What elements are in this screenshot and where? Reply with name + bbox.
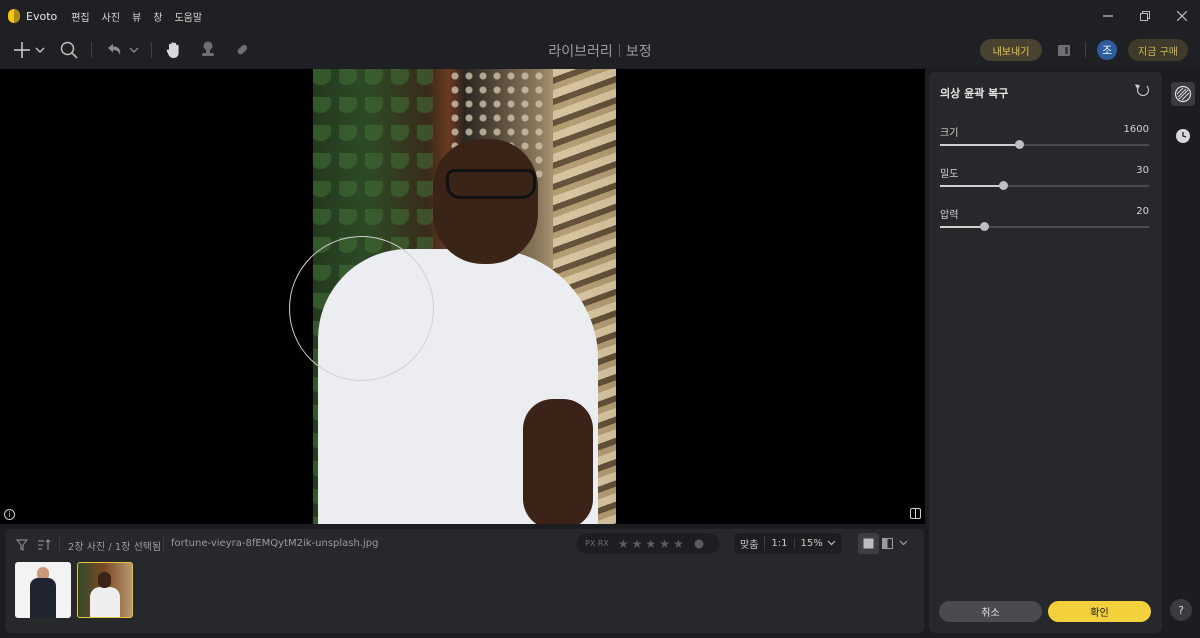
slider-value[interactable]: 30 xyxy=(1136,165,1149,176)
restore-button[interactable] xyxy=(1126,0,1163,32)
info-icon[interactable]: i xyxy=(4,509,15,520)
menu-edit[interactable]: 편집 xyxy=(71,9,89,24)
color-label-icon[interactable] xyxy=(693,538,705,550)
slider-value[interactable]: 1600 xyxy=(1124,124,1149,135)
window-controls xyxy=(1089,0,1200,32)
split-view-icon xyxy=(882,538,908,549)
mode-divider xyxy=(618,44,620,57)
menu-view[interactable]: 뷰 xyxy=(132,9,141,24)
texture-brush-icon xyxy=(1174,85,1192,103)
evoto-logo-icon xyxy=(8,9,20,23)
photo-count: 2장 사진 / 1장 선택됨 xyxy=(68,542,162,553)
title-bar: Evoto 편집 사진 뷰 창 도움말 xyxy=(0,0,1200,32)
restore-icon xyxy=(1139,11,1150,21)
close-icon xyxy=(1176,11,1187,21)
toolbar: 라이브러리 보정 내보내기 조 지금 구매 xyxy=(0,32,1200,68)
rating-bar: PX RX ★ ★ ★ ★ ★ xyxy=(577,533,719,554)
minimize-button[interactable] xyxy=(1089,0,1126,32)
zoom-controls: 맞춤 1:1 15% xyxy=(734,533,842,554)
reset-icon[interactable] xyxy=(1137,84,1149,96)
app-name: Evoto xyxy=(26,9,58,23)
star-1[interactable]: ★ xyxy=(618,537,629,551)
avatar[interactable]: 조 xyxy=(1097,40,1117,60)
cancel-button[interactable]: 취소 xyxy=(939,601,1042,622)
buy-now-button[interactable]: 지금 구매 xyxy=(1128,39,1188,61)
single-view-button[interactable] xyxy=(858,533,879,554)
filmstrip-divider xyxy=(59,537,60,551)
brush-cursor-circle xyxy=(289,236,434,381)
clock-icon xyxy=(1176,129,1190,143)
star-4[interactable]: ★ xyxy=(659,537,670,551)
split-view-button[interactable] xyxy=(881,533,911,554)
export-button[interactable]: 내보내기 xyxy=(980,39,1042,61)
share-button[interactable] xyxy=(1055,38,1073,62)
thumb-face xyxy=(98,572,111,588)
slider-track[interactable] xyxy=(940,181,1149,190)
photo-head xyxy=(433,139,538,264)
clothing-tool-button[interactable] xyxy=(1171,82,1195,106)
share-screen-icon xyxy=(1058,45,1070,56)
edit-mode-tab[interactable]: 보정 xyxy=(626,44,652,60)
filmstrip-panel: 2장 사진 / 1장 선택됨 fortune-vieyra-8fEMQytM2i… xyxy=(5,529,924,633)
minimize-icon xyxy=(1102,15,1113,17)
zoom-value: 15% xyxy=(800,538,823,549)
chevron-down-icon xyxy=(827,540,836,546)
slider-track[interactable] xyxy=(940,222,1149,231)
history-button[interactable] xyxy=(1171,124,1195,148)
slider-value[interactable]: 20 xyxy=(1136,206,1149,217)
filmstrip-toolbar: 2장 사진 / 1장 선택됨 fortune-vieyra-8fEMQytM2i… xyxy=(5,529,924,559)
menu-window[interactable]: 창 xyxy=(153,9,162,24)
sort-icon xyxy=(38,539,51,550)
filter-icon xyxy=(16,539,28,551)
adjustment-panel: 의상 윤곽 복구 크기 1600 밀도 30 압력 20 취소 확인 xyxy=(929,72,1162,633)
filter-button[interactable] xyxy=(15,533,29,557)
slider-handle[interactable] xyxy=(1015,140,1025,149)
sort-button[interactable] xyxy=(37,533,51,557)
slider-fill xyxy=(940,185,1003,187)
slider-label: 밀도 xyxy=(940,169,959,180)
file-name: fortune-vieyra-8fEMQytM2ik-unsplash.jpg xyxy=(171,538,379,549)
star-5[interactable]: ★ xyxy=(673,537,684,551)
help-button[interactable]: ? xyxy=(1170,599,1192,621)
star-2[interactable]: ★ xyxy=(632,537,643,551)
close-button[interactable] xyxy=(1163,0,1200,32)
toolbar-divider xyxy=(1085,42,1086,58)
menu-bar: 편집 사진 뷰 창 도움말 xyxy=(71,9,202,24)
photo-glasses xyxy=(446,169,536,199)
thumb-shirt xyxy=(90,587,120,617)
thumbnail-1[interactable] xyxy=(15,562,71,618)
slider-label: 압력 xyxy=(940,210,959,221)
thumbnail-2-selected[interactable] xyxy=(77,562,133,618)
zoom-1to1-button[interactable]: 1:1 xyxy=(765,538,795,549)
confirm-button[interactable]: 확인 xyxy=(1048,601,1151,622)
photo-arm xyxy=(523,399,593,524)
slider-label: 크기 xyxy=(940,128,959,139)
slider-handle[interactable] xyxy=(979,222,989,231)
slider-track[interactable] xyxy=(940,140,1149,149)
slider-fill xyxy=(940,144,1020,146)
filmstrip-divider xyxy=(163,537,164,551)
slider-handle[interactable] xyxy=(998,181,1008,190)
slider-fill xyxy=(940,226,984,228)
menu-help[interactable]: 도움말 xyxy=(174,9,202,24)
single-view-icon xyxy=(863,538,874,549)
compare-icon[interactable] xyxy=(910,508,921,519)
thumb-suit xyxy=(30,578,56,618)
flag-labels[interactable]: PX RX xyxy=(585,539,609,548)
panel-title: 의상 윤곽 복구 xyxy=(940,87,1009,100)
zoom-fit-button[interactable]: 맞춤 xyxy=(734,536,766,551)
menu-photo[interactable]: 사진 xyxy=(102,9,120,24)
zoom-value-select[interactable]: 15% xyxy=(795,538,842,549)
library-mode-tab[interactable]: 라이브러리 xyxy=(548,44,612,60)
star-3[interactable]: ★ xyxy=(645,537,656,551)
photo-canvas[interactable] xyxy=(0,69,925,524)
